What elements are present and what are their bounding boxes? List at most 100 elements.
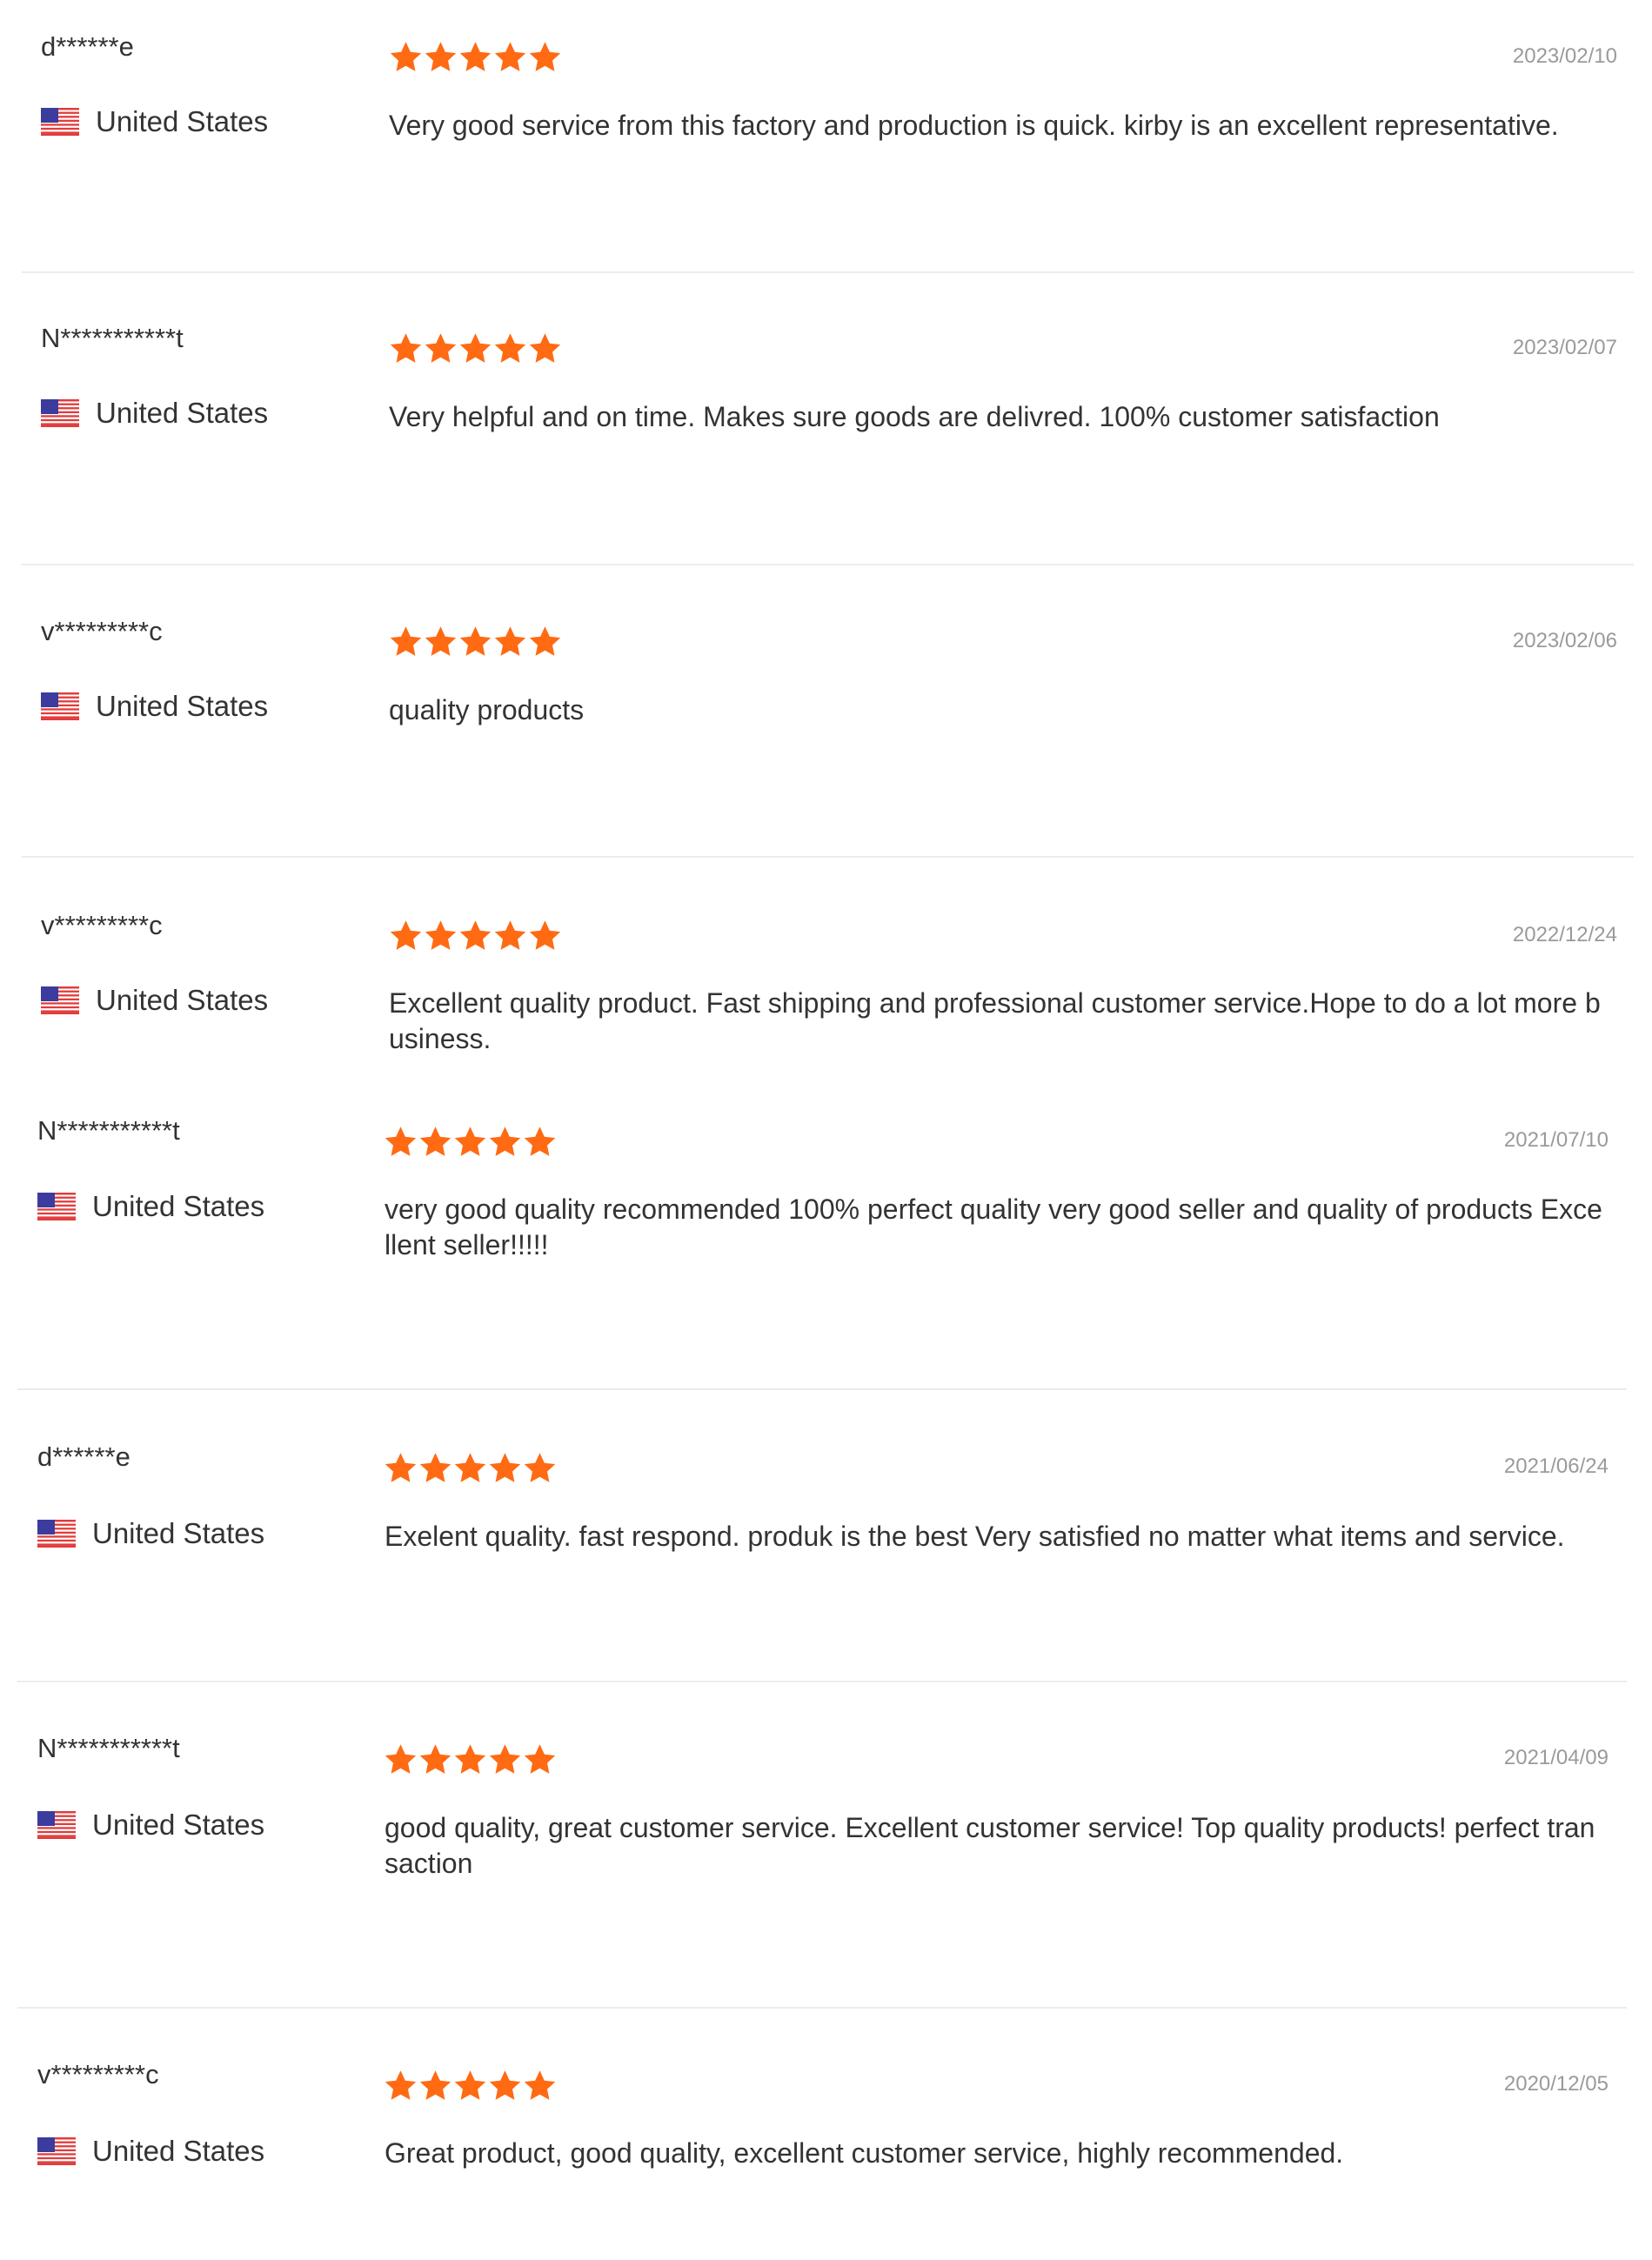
reviewer-name: N***********t [37,1115,180,1146]
review-divider [17,1388,1627,1390]
star-icon [389,625,423,658]
star-icon [418,1743,452,1775]
star-icon [458,41,492,73]
review-date: 2021/07/10 [1503,1128,1609,1152]
reviewer-name: d******e [37,1441,130,1472]
reviewer-country: United States [37,2135,264,2168]
reviewer-name: v*********c [41,616,163,646]
us-flag-icon [41,108,96,136]
us-flag-icon [41,692,96,720]
review-text: very good quality recommended 100% perfe… [385,1194,1602,1260]
rating-stars [384,2069,557,2102]
review-divider [22,856,1634,858]
star-icon [528,41,562,73]
review-text: good quality, great customer service. Ex… [385,1812,1595,1879]
star-icon [458,625,492,658]
star-icon [528,919,562,952]
review-date: 2021/04/09 [1503,1746,1609,1769]
review-text: Very helpful and on time. Makes sure goo… [389,401,1440,432]
star-icon [418,1452,452,1484]
star-icon [523,1126,557,1158]
review-text: quality products [389,694,585,725]
reviewer-country: United States [41,397,268,430]
review-text: Excellent quality product. Fast shipping… [389,987,1601,1054]
star-icon [488,1743,522,1775]
reviewer-country: United States [41,984,268,1017]
us-flag-icon [41,986,96,1014]
country-name: United States [92,1517,265,1549]
star-icon [424,919,458,952]
reviewer-name: N***********t [41,323,184,353]
star-icon [493,919,527,952]
star-icon [458,919,492,952]
star-icon [453,2069,487,2102]
star-icon [389,332,423,364]
country-name: United States [96,984,269,1016]
review-divider [22,564,1634,565]
review-date: 2022/12/24 [1512,923,1617,946]
star-icon [453,1452,487,1484]
us-flag-icon [37,1193,92,1220]
star-icon [389,41,423,73]
review-divider [17,1681,1627,1682]
review-text: Very good service from this factory and … [389,110,1559,141]
reviewer-country: United States [41,690,268,723]
star-icon [389,919,423,952]
rating-stars [389,41,562,73]
reviewer-name: v*********c [37,2059,159,2089]
star-icon [493,41,527,73]
star-icon [384,2069,418,2102]
star-icon [424,625,458,658]
star-icon [488,1126,522,1158]
review-text: Exelent quality. fast respond. produk is… [385,1521,1565,1552]
us-flag-icon [37,1520,92,1548]
reviewer-country: United States [37,1190,264,1223]
star-icon [384,1452,418,1484]
rating-stars [384,1743,557,1775]
star-icon [384,1126,418,1158]
review-divider [22,271,1634,273]
review-divider [17,2007,1627,2009]
star-icon [418,2069,452,2102]
star-icon [523,1743,557,1775]
us-flag-icon [41,399,96,427]
review-date: 2020/12/05 [1503,2072,1609,2096]
country-name: United States [92,1809,265,1841]
reviewer-country: United States [37,1517,264,1550]
star-icon [528,625,562,658]
country-name: United States [92,2135,265,2167]
us-flag-icon [37,1811,92,1839]
reviewer-country: United States [41,105,268,138]
star-icon [488,1452,522,1484]
country-name: United States [96,105,269,137]
star-icon [493,625,527,658]
review-text: Great product, good quality, excellent c… [385,2137,1344,2169]
star-icon [418,1126,452,1158]
country-name: United States [92,1190,265,1222]
review-date: 2021/06/24 [1503,1454,1609,1478]
country-name: United States [96,690,269,722]
star-icon [453,1126,487,1158]
country-name: United States [96,397,269,429]
star-icon [458,332,492,364]
reviewer-name: d******e [41,31,134,62]
star-icon [424,332,458,364]
star-icon [488,2069,522,2102]
reviewer-name: N***********t [37,1733,180,1763]
review-date: 2023/02/07 [1512,336,1617,359]
us-flag-icon [37,2137,92,2165]
rating-stars [384,1126,557,1158]
star-icon [424,41,458,73]
rating-stars [389,625,562,658]
reviewer-name: v*********c [41,910,163,940]
star-icon [453,1743,487,1775]
star-icon [528,332,562,364]
star-icon [523,2069,557,2102]
rating-stars [384,1452,557,1484]
star-icon [384,1743,418,1775]
star-icon [493,332,527,364]
review-date: 2023/02/06 [1512,629,1617,652]
review-date: 2023/02/10 [1512,44,1617,68]
star-icon [523,1452,557,1484]
rating-stars [389,919,562,952]
